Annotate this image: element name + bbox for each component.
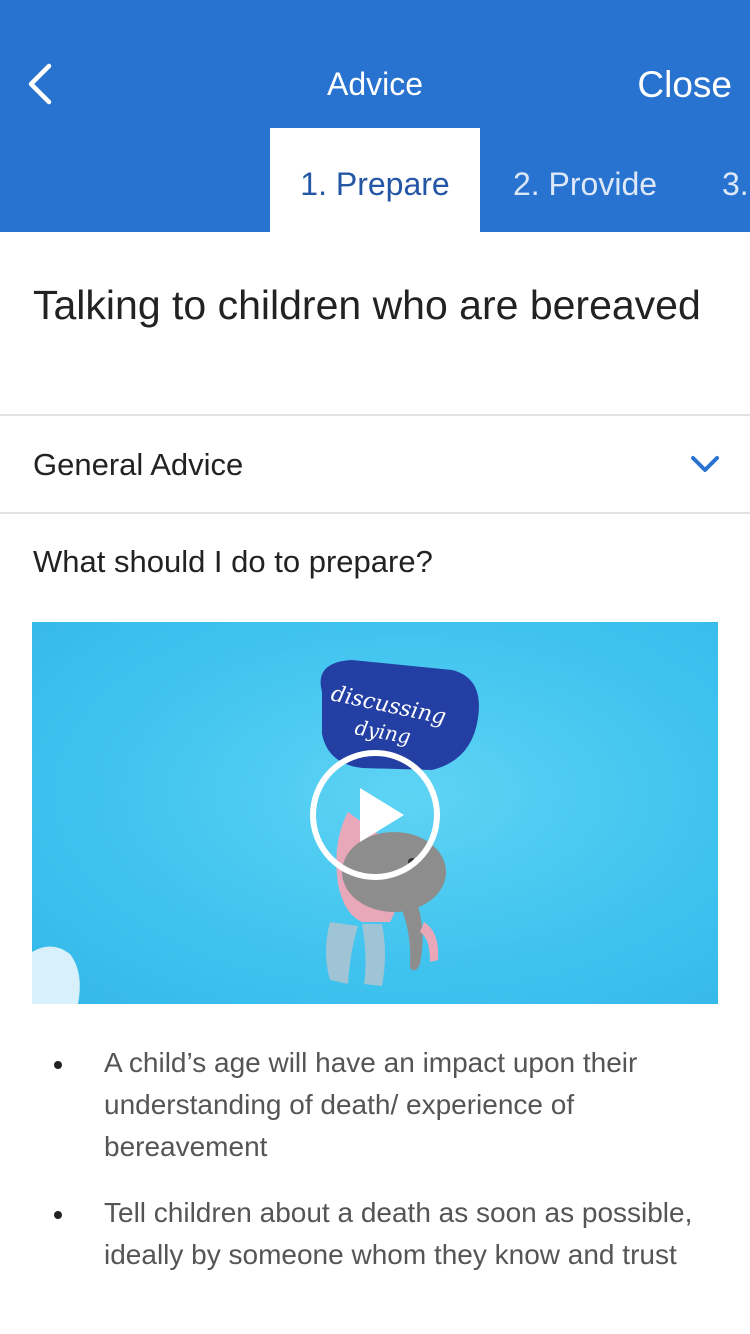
close-button[interactable]: Close: [637, 64, 732, 106]
list-item-text: A child’s age will have an impact upon t…: [104, 1047, 638, 1162]
video-player[interactable]: discussing dying: [32, 622, 718, 1004]
general-advice-accordion[interactable]: General Advice: [0, 416, 750, 512]
list-item-text: Tell children about a death as soon as p…: [104, 1197, 693, 1270]
bullet-icon: [54, 1061, 62, 1069]
play-icon[interactable]: [306, 746, 444, 884]
tab-provide[interactable]: 2. Provide: [480, 128, 690, 232]
section-question: What should I do to prepare?: [33, 544, 433, 579]
page-title: Talking to children who are bereaved: [33, 282, 701, 328]
bullet-icon: [54, 1211, 62, 1219]
tab-prepare[interactable]: 1. Prepare: [270, 128, 480, 232]
chevron-down-icon: [690, 452, 720, 476]
divider: [0, 512, 750, 514]
advice-list: A child’s age will have an impact upon t…: [0, 1042, 750, 1300]
list-item: A child’s age will have an impact upon t…: [0, 1042, 750, 1168]
tab-third[interactable]: 3.: [722, 128, 749, 232]
app-header: Advice Close 1. Prepare 2. Provide 3.: [0, 0, 750, 232]
list-item: Tell children about a death as soon as p…: [0, 1192, 750, 1276]
accordion-label: General Advice: [33, 447, 244, 482]
